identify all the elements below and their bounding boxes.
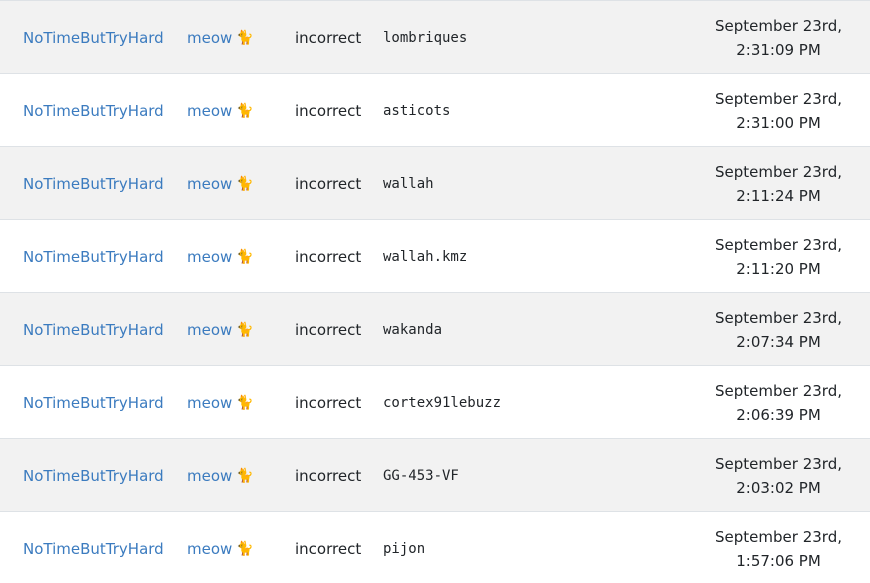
submission-value: lombriques [383, 29, 468, 46]
time-line: 2:31:00 PM [736, 113, 821, 132]
submission-date: September 23rd, 2:11:20 PM [715, 220, 842, 293]
team-link[interactable]: NoTimeButTryHard [23, 394, 164, 412]
time-line: 1:57:06 PM [736, 551, 821, 570]
date-line: September 23rd, [715, 381, 842, 400]
team-link[interactable]: NoTimeButTryHard [23, 248, 164, 266]
status-text: incorrect [295, 320, 362, 339]
submission-date: September 23rd, 2:31:09 PM [715, 1, 842, 74]
time-line: 2:06:39 PM [736, 405, 821, 424]
cat-icon: 🐈 [236, 102, 254, 119]
submission-value: GG-453-VF [383, 467, 459, 484]
submission-value: wallah.kmz [383, 248, 468, 265]
submission-date: September 23rd, 2:11:24 PM [715, 147, 842, 220]
user-link[interactable]: meow [187, 29, 232, 47]
cat-icon: 🐈 [236, 321, 254, 338]
user-link[interactable]: meow [187, 467, 232, 485]
date-line: September 23rd, [715, 162, 842, 181]
date-line: September 23rd, [715, 89, 842, 108]
table-row: NoTimeButTryHard meow 🐈 incorrect wallah… [0, 146, 870, 219]
cat-icon: 🐈 [236, 394, 254, 411]
user-link[interactable]: meow [187, 248, 232, 266]
submissions-table: NoTimeButTryHard meow 🐈 incorrect lombri… [0, 0, 870, 583]
team-link[interactable]: NoTimeButTryHard [23, 29, 164, 47]
status-text: incorrect [295, 393, 362, 412]
team-link[interactable]: NoTimeButTryHard [23, 467, 164, 485]
cat-icon: 🐈 [236, 29, 254, 46]
team-link[interactable]: NoTimeButTryHard [23, 540, 164, 558]
submission-value: cortex91lebuzz [383, 394, 502, 411]
time-line: 2:07:34 PM [736, 332, 821, 351]
team-link[interactable]: NoTimeButTryHard [23, 102, 164, 120]
table-row: NoTimeButTryHard meow 🐈 incorrect wallah… [0, 219, 870, 292]
status-text: incorrect [295, 101, 362, 120]
status-text: incorrect [295, 539, 362, 558]
status-text: incorrect [295, 466, 362, 485]
submission-value: wallah [383, 175, 434, 192]
status-text: incorrect [295, 247, 362, 266]
submission-date: September 23rd, 2:07:34 PM [715, 293, 842, 366]
date-line: September 23rd, [715, 527, 842, 546]
submission-date: September 23rd, 2:03:02 PM [715, 439, 842, 512]
cat-icon: 🐈 [236, 540, 254, 557]
table-row: NoTimeButTryHard meow 🐈 incorrect pijon … [0, 511, 870, 583]
date-line: September 23rd, [715, 16, 842, 35]
submission-date: September 23rd, 2:06:39 PM [715, 366, 842, 439]
cat-icon: 🐈 [236, 248, 254, 265]
submission-date: September 23rd, 2:31:00 PM [715, 74, 842, 147]
cat-icon: 🐈 [236, 175, 254, 192]
submission-value: pijon [383, 540, 426, 557]
time-line: 2:11:24 PM [736, 186, 821, 205]
table-row: NoTimeButTryHard meow 🐈 incorrect astico… [0, 73, 870, 146]
time-line: 2:31:09 PM [736, 40, 821, 59]
status-text: incorrect [295, 174, 362, 193]
date-line: September 23rd, [715, 308, 842, 327]
submission-value: wakanda [383, 321, 443, 338]
user-link[interactable]: meow [187, 102, 232, 120]
date-line: September 23rd, [715, 454, 842, 473]
submission-date: September 23rd, 1:57:06 PM [715, 512, 842, 583]
cat-icon: 🐈 [236, 467, 254, 484]
table-row: NoTimeButTryHard meow 🐈 incorrect lombri… [0, 0, 870, 73]
submission-value: asticots [383, 102, 451, 119]
user-link[interactable]: meow [187, 540, 232, 558]
user-link[interactable]: meow [187, 175, 232, 193]
team-link[interactable]: NoTimeButTryHard [23, 321, 164, 339]
date-line: September 23rd, [715, 235, 842, 254]
time-line: 2:11:20 PM [736, 259, 821, 278]
team-link[interactable]: NoTimeButTryHard [23, 175, 164, 193]
user-link[interactable]: meow [187, 321, 232, 339]
table-row: NoTimeButTryHard meow 🐈 incorrect cortex… [0, 365, 870, 438]
table-row: NoTimeButTryHard meow 🐈 incorrect wakand… [0, 292, 870, 365]
status-text: incorrect [295, 28, 362, 47]
time-line: 2:03:02 PM [736, 478, 821, 497]
table-row: NoTimeButTryHard meow 🐈 incorrect GG-453… [0, 438, 870, 511]
user-link[interactable]: meow [187, 394, 232, 412]
